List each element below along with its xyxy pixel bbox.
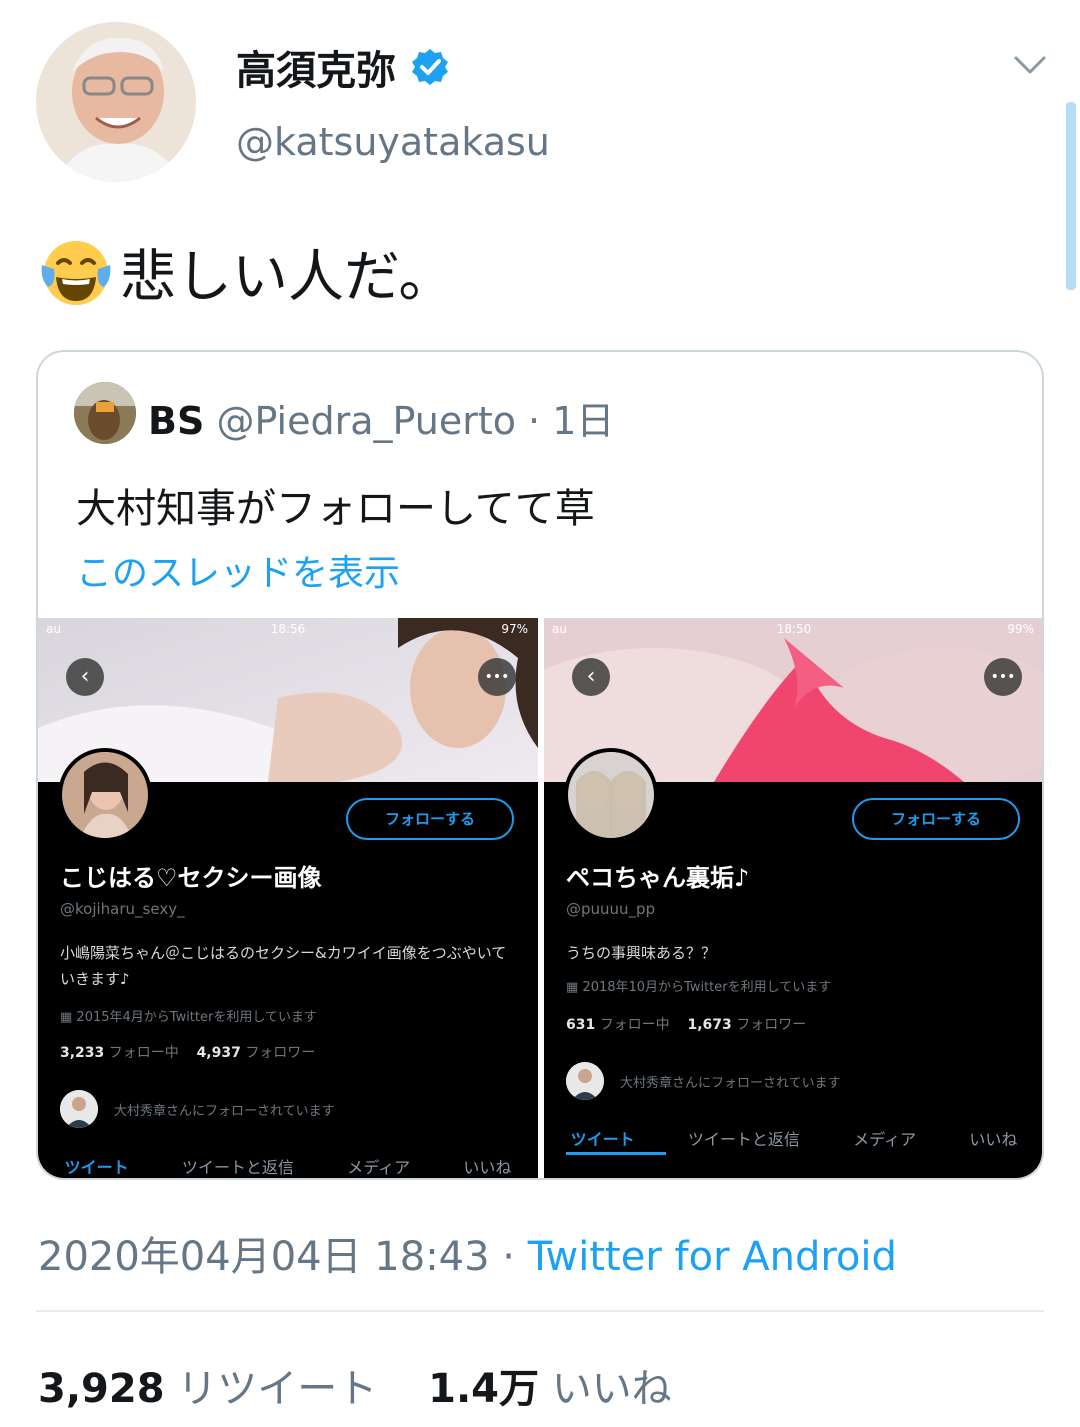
followed-by-text: 大村秀章さんにフォローされています	[620, 1075, 841, 1091]
author-handle[interactable]: @katsuyatakasu	[236, 120, 550, 164]
calendar-icon: ▦	[60, 1010, 77, 1025]
profile-joined-text: 2018年10月からTwitterを利用しています	[582, 980, 832, 995]
tab-likes: いいね	[969, 1130, 1018, 1149]
follow-button: フォローする	[346, 798, 514, 840]
follower-avatar	[60, 1090, 98, 1128]
profile-stats: 631 フォロー中 1,673 フォロワー	[566, 1014, 806, 1034]
followers-count: 4,937	[196, 1045, 241, 1061]
divider	[36, 1310, 1044, 1312]
following-label: フォロー中	[599, 1017, 670, 1033]
quoted-tweet-text: 大村知事がフォローしてて草	[76, 486, 595, 532]
quoted-author-name[interactable]: BS	[148, 399, 204, 443]
back-arrow-icon: ‹	[572, 658, 610, 696]
following-label: フォロー中	[108, 1045, 179, 1061]
tweet-text: 悲しい人だ。	[38, 232, 454, 313]
profile-handle: @kojiharu_sexy_	[60, 900, 185, 918]
following-count: 631	[566, 1017, 596, 1033]
tab-tweets-replies: ツイートと返信	[687, 1130, 800, 1149]
profile-avatar	[58, 748, 152, 842]
profile-stats: 3,233 フォロー中 4,937 フォロワー	[60, 1042, 315, 1062]
calendar-icon: ▦	[566, 980, 583, 995]
status-battery: 97%	[501, 622, 528, 636]
profile-handle: @puuuu_pp	[566, 900, 656, 918]
tweet-date[interactable]: 2020年04月04日 18:43 ·	[38, 1234, 528, 1280]
like-count[interactable]: 1.4万	[428, 1366, 539, 1412]
status-time: 18:50	[776, 622, 812, 636]
tab-tweets-replies: ツイートと返信	[181, 1158, 294, 1177]
follower-avatar	[566, 1062, 604, 1100]
following-count: 3,233	[60, 1045, 105, 1061]
tab-media: メディア	[347, 1158, 411, 1177]
face-with-tears-of-joy-icon	[41, 240, 111, 305]
retweet-count[interactable]: 3,928	[38, 1366, 165, 1412]
tab-tweets: ツイート	[64, 1158, 129, 1177]
profile-joined: ▦ 2018年10月からTwitterを利用しています	[566, 976, 831, 995]
quoted-author-meta[interactable]: @Piedra_Puerto · 1日	[216, 399, 614, 443]
followed-by-row: 大村秀章さんにフォローされています	[566, 1062, 841, 1100]
tweet-text-content: 悲しい人だ。	[120, 245, 455, 310]
followers-count: 1,673	[687, 1017, 732, 1033]
profile-avatar	[564, 748, 658, 842]
retweet-label[interactable]: リツイート	[177, 1366, 377, 1412]
tab-media: メディア	[853, 1130, 917, 1149]
show-thread-link[interactable]: このスレッドを表示	[76, 544, 400, 596]
engagement-stats: 3,928 リツイート 1.4万 いいね	[38, 1356, 672, 1414]
verified-badge-icon	[412, 49, 448, 85]
profile-name: こじはる♡セクシー画像	[60, 864, 322, 892]
profile-tabs: ツイート ツイートと返信 メディア いいね	[544, 1126, 1042, 1150]
quoted-tweet-card[interactable]: BS @Piedra_Puerto · 1日 大村知事がフォローしてて草 このス…	[36, 350, 1044, 1180]
phone-status-bar: au 18:56 97%	[38, 618, 538, 640]
quoted-header: BS @Piedra_Puerto · 1日	[148, 390, 614, 445]
author-avatar[interactable]	[36, 22, 196, 182]
profile-tabs: ツイート ツイートと返信 メディア いいね	[38, 1154, 538, 1178]
quoted-author-avatar[interactable]	[74, 382, 136, 444]
tab-likes: いいね	[463, 1158, 512, 1177]
followed-by-text: 大村秀章さんにフォローされています	[114, 1103, 335, 1119]
back-arrow-icon: ‹	[66, 658, 104, 696]
profile-joined-text: 2015年4月からTwitterを利用しています	[76, 1010, 317, 1025]
chevron-down-icon[interactable]	[1010, 50, 1050, 80]
profile-bio: うちの事興味ある？？	[566, 944, 717, 962]
followers-label: フォロワー	[245, 1045, 316, 1061]
profile-joined: ▦ 2015年4月からTwitterを利用しています	[60, 1006, 317, 1025]
active-tab-indicator	[566, 1152, 666, 1155]
more-options-icon: •••	[478, 658, 516, 696]
follow-button: フォローする	[852, 798, 1020, 840]
tab-tweets: ツイート	[570, 1130, 635, 1149]
scrollbar[interactable]	[1066, 102, 1076, 290]
tweet-timestamp: 2020年04月04日 18:43 · Twitter for Android	[38, 1224, 897, 1282]
status-battery: 99%	[1007, 622, 1034, 636]
phone-status-bar: au 18:50 99%	[544, 618, 1042, 640]
followed-by-row: 大村秀章さんにフォローされています	[60, 1090, 335, 1128]
followers-label: フォロワー	[736, 1017, 807, 1033]
status-time: 18:56	[270, 622, 306, 636]
more-options-icon: •••	[984, 658, 1022, 696]
profile-bio: 小嶋陽菜ちゃん＠こじはるのセクシー&カワイイ画像をつぶやいていきます♪	[60, 944, 507, 988]
tweet-source-link[interactable]: Twitter for Android	[528, 1234, 897, 1280]
author-name-row: 高須克弥	[236, 38, 450, 96]
author-display-name[interactable]: 高須克弥	[236, 38, 396, 96]
attached-image-1[interactable]: au 18:56 97% ‹ ••• フォローする こじはる♡セクシー画像 @k…	[38, 618, 538, 1178]
attached-image-2[interactable]: au 18:50 99% ‹ ••• フォローする ペコちゃん裏垢♪ @puuu…	[544, 618, 1042, 1178]
like-label[interactable]: いいね	[552, 1366, 672, 1412]
profile-name: ペコちゃん裏垢♪	[566, 864, 750, 892]
